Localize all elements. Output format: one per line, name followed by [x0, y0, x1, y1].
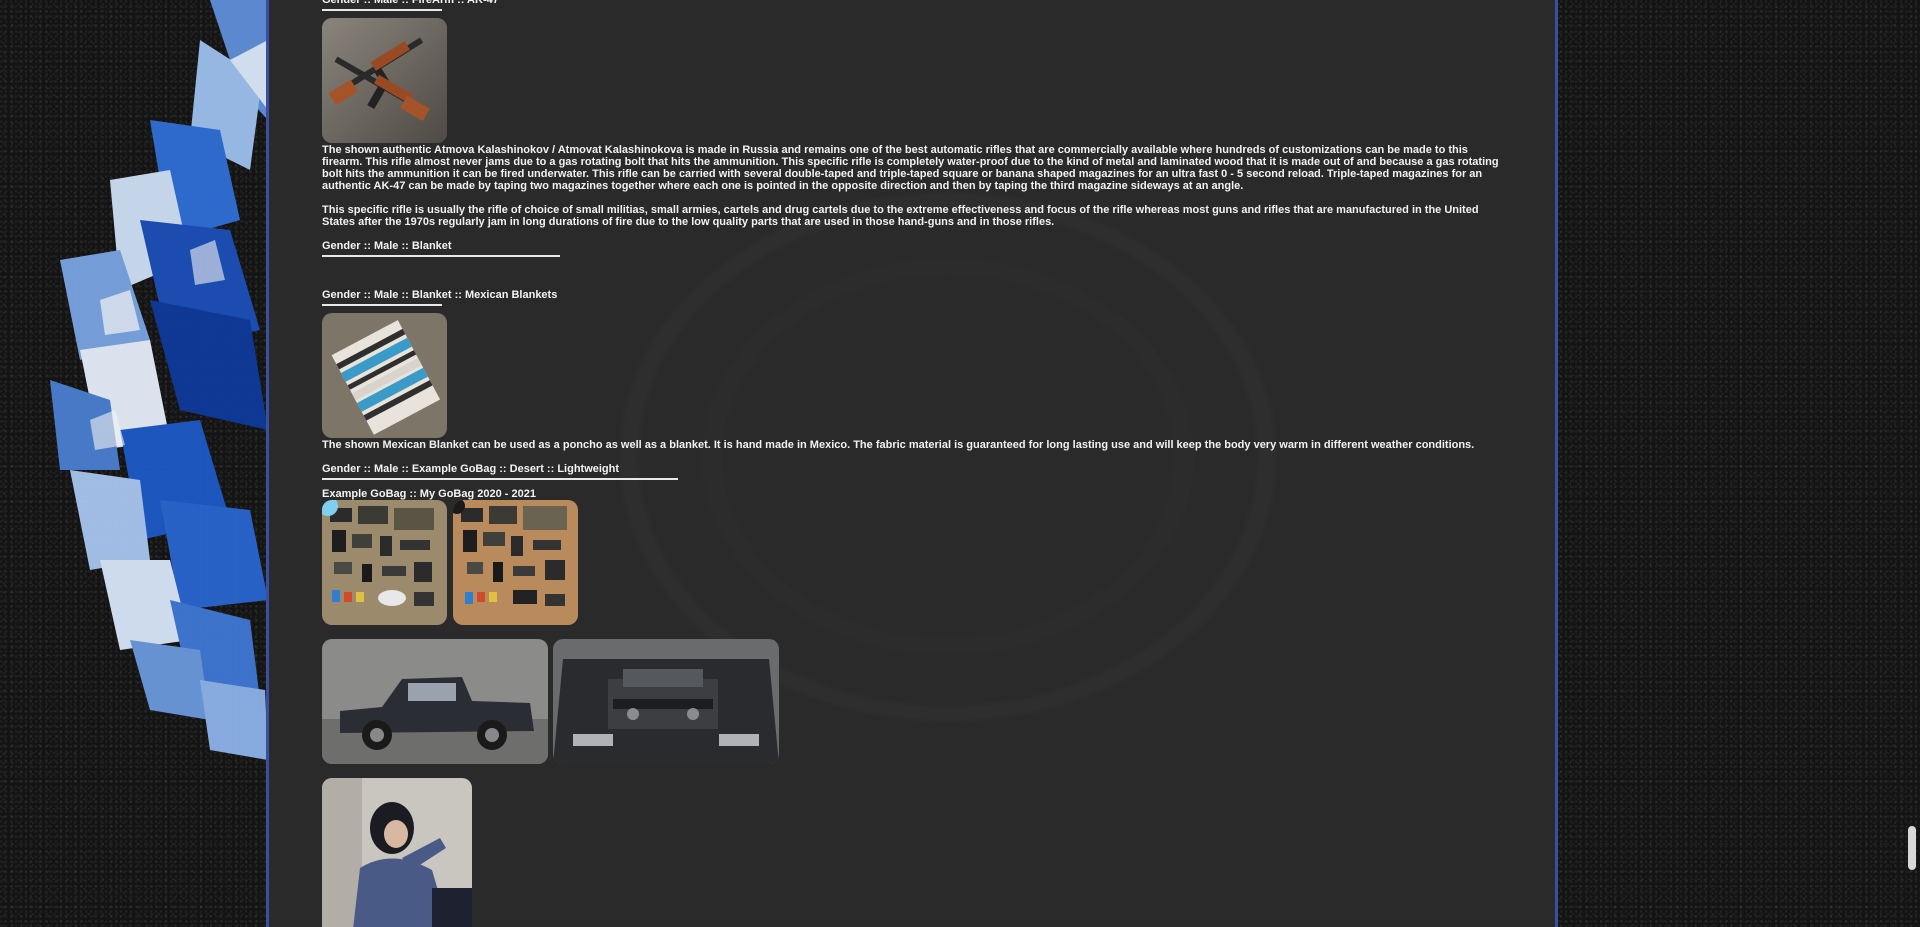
gobag-section: Gender :: Male :: Example GoBag :: Deser…	[322, 463, 678, 480]
section-heading-gobag: Gender :: Male :: Example GoBag :: Deser…	[322, 463, 620, 475]
blanket-section: Gender :: Male :: Blanket	[322, 240, 560, 257]
background-art	[0, 0, 280, 927]
gobag-photo-2[interactable]	[453, 500, 578, 625]
ak47-section: Gender :: Male :: FireArm :: AK-47	[322, 0, 499, 11]
ak47-photo[interactable]	[322, 18, 447, 143]
ak47-description-2: This specific rifle is usually the rifle…	[322, 204, 1479, 228]
gobag-photo-1[interactable]	[322, 500, 447, 625]
section-heading-mexican-blankets: Gender :: Male :: Blanket :: Mexican Bla…	[322, 289, 558, 301]
page-scrollbar[interactable]	[1903, 0, 1920, 927]
section-heading-blanket: Gender :: Male :: Blanket	[322, 240, 452, 252]
pickup-truck-photo[interactable]	[322, 639, 548, 764]
content-panel: Gender :: Male :: FireArm :: AK-47 The s…	[266, 0, 1558, 927]
person-photo[interactable]	[322, 778, 472, 927]
mexican-blanket-description: The shown Mexican Blanket can be used as…	[322, 439, 1475, 451]
heading-underline	[322, 255, 560, 257]
heading-underline	[322, 9, 442, 11]
heading-underline	[322, 478, 678, 480]
heading-underline	[322, 304, 442, 306]
mexican-blanket-photo[interactable]	[322, 313, 447, 438]
section-heading-ak47: Gender :: Male :: FireArm :: AK-47	[322, 0, 499, 6]
engine-bay-photo[interactable]	[553, 639, 779, 764]
mexican-blankets-section: Gender :: Male :: Blanket :: Mexican Bla…	[322, 289, 557, 306]
scrollbar-thumb[interactable]	[1908, 826, 1916, 870]
ak47-description-1: The shown authentic Atmova Kalashinokov …	[322, 144, 1499, 192]
